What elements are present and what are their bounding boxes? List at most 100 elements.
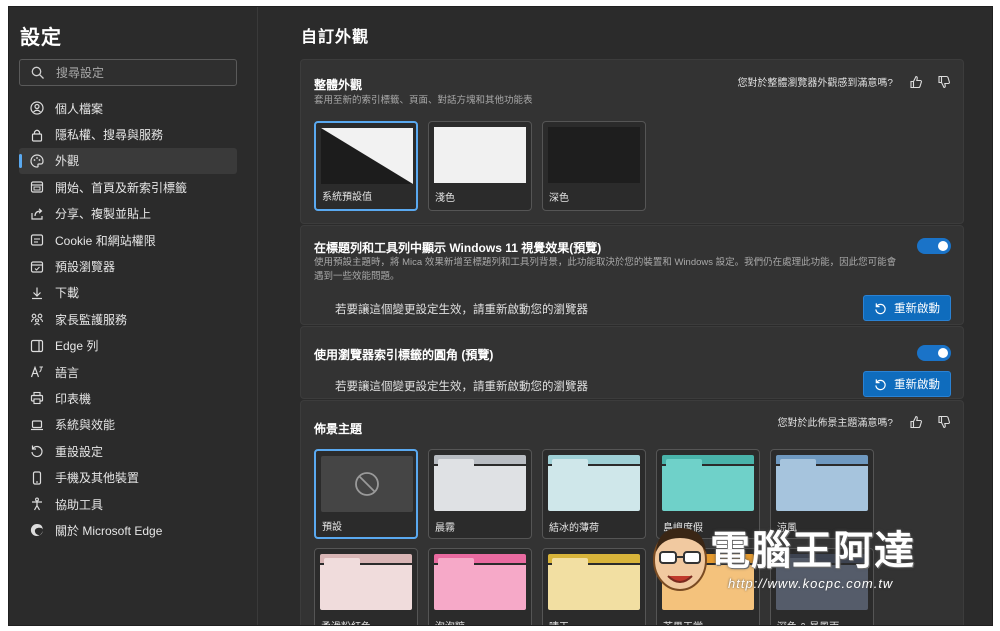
sidebar-item-label: 系統與效能 — [55, 418, 116, 433]
theme-default[interactable]: 預設 — [314, 449, 418, 539]
theme-icy-mint[interactable]: 結冰的薄荷 — [542, 449, 646, 539]
sidebar-item-profile[interactable]: 個人檔案 — [19, 95, 237, 121]
edge-bar-icon — [29, 338, 45, 354]
themes-feedback-question: 您對於此佈景主題滿意嗎? — [777, 418, 893, 429]
sidebar-item-cookies[interactable]: Cookie 和網站權限 — [19, 227, 237, 253]
theme-label: 結冰的薄荷 — [549, 523, 599, 534]
appearance-option-system[interactable]: 系統預設值 — [314, 121, 418, 211]
sidebar-item-start-home[interactable]: 開始、首頁及新索引標籤 — [19, 174, 237, 200]
sidebar-item-default-browser[interactable]: 預設瀏覽器 — [19, 253, 237, 279]
sidebar-item-family[interactable]: 家長監護服務 — [19, 306, 237, 332]
home-tab-icon — [29, 179, 45, 195]
themes-heading: 佈景主題 — [314, 422, 363, 436]
restart-button[interactable]: 重新啟動 — [863, 371, 951, 397]
sidebar-item-phone[interactable]: 手機及其他裝置 — [19, 464, 237, 490]
sidebar-item-label: 協助工具 — [55, 497, 104, 512]
theme-preview — [662, 554, 754, 610]
theme-bubblegum[interactable]: 泡泡糖 — [428, 548, 532, 625]
appearance-option-dark[interactable]: 深色 — [542, 121, 646, 211]
phone-icon — [29, 470, 45, 486]
search-icon — [31, 66, 44, 79]
sidebar-item-about[interactable]: 關於 Microsoft Edge — [19, 517, 237, 543]
appearance-option-light[interactable]: 淺色 — [428, 121, 532, 211]
theme-preview — [548, 455, 640, 511]
theme-island-getaway[interactable]: 島嶼度假 — [656, 449, 760, 539]
theme-preview — [434, 554, 526, 610]
themes-feedback: 您對於此佈景主題滿意嗎? — [777, 414, 951, 429]
theme-preview — [321, 456, 413, 512]
theme-sunny-day[interactable]: 晴天 — [542, 548, 646, 625]
theme-label: 晴天 — [549, 618, 569, 625]
sidebar-item-label: 分享、複製並貼上 — [55, 207, 152, 222]
windows11-effects-card: 在標題列和工具列中顯示 Windows 11 視覺效果(預覽) 使用預設主題時，… — [300, 225, 964, 325]
sidebar-item-system[interactable]: 系統與效能 — [19, 412, 237, 438]
sidebar-item-label: 關於 Microsoft Edge — [55, 523, 163, 538]
sidebar-item-label: Edge 列 — [55, 339, 99, 354]
sidebar-item-label: 預設瀏覽器 — [55, 260, 116, 275]
download-icon — [29, 285, 45, 301]
restart-note: 若要讓這個變更設定生效，請重新啟動您的瀏覽器 — [335, 304, 588, 316]
theme-label: 晨霧 — [435, 523, 455, 534]
theme-dark-stormy[interactable]: 深色 & 暴風雨 — [770, 548, 874, 625]
theme-preview — [776, 455, 868, 511]
rounded-tabs-toggle[interactable] — [917, 345, 951, 361]
theme-silky-pink[interactable]: 柔滑粉紅色 — [314, 548, 418, 625]
sidebar-item-label: Cookie 和網站權限 — [55, 233, 156, 248]
sidebar-item-accessibility[interactable]: 協助工具 — [19, 491, 237, 517]
sidebar-item-languages[interactable]: 語言 — [19, 359, 237, 385]
printer-icon — [29, 390, 45, 406]
sidebar-item-label: 下載 — [55, 286, 80, 301]
overall-feedback-question: 您對於整體瀏覽器外觀感到滿意嗎? — [737, 78, 893, 89]
main-content: 自訂外觀 整體外觀 套用至新的索引標籤、頁面、對話方塊和其他功能表 您對於整體瀏… — [259, 7, 992, 625]
sidebar-item-reset[interactable]: 重設設定 — [19, 438, 237, 464]
page-title: 自訂外觀 — [301, 29, 370, 46]
description-line: 使用預設主題時，將 Mica 效果新增至標題列和工具列背景，此功能取決於您的裝置… — [314, 257, 897, 268]
theme-cool-breeze[interactable]: 涼風 — [770, 449, 874, 539]
theme-label: 泡泡糖 — [435, 618, 465, 625]
sidebar-item-label: 語言 — [55, 365, 80, 380]
thumbs-up-icon[interactable] — [909, 75, 923, 89]
overall-appearance-heading: 整體外觀 — [314, 78, 363, 92]
theme-preview — [548, 554, 640, 610]
sidebar-item-downloads[interactable]: 下載 — [19, 280, 237, 306]
windows11-effects-toggle[interactable] — [917, 238, 951, 254]
restart-icon — [875, 378, 886, 390]
dark-preview — [548, 127, 640, 183]
sidebar-item-label: 開始、首頁及新索引標籤 — [55, 180, 188, 195]
sidebar-item-label: 手機及其他裝置 — [55, 471, 140, 486]
themes-card: 佈景主題 您對於此佈景主題滿意嗎? 預設 晨霧 結冰的薄荷 島嶼度假 涼風 — [300, 400, 964, 625]
sidebar-item-label: 印表機 — [55, 391, 92, 406]
search-box[interactable] — [19, 59, 237, 86]
theme-preview — [776, 554, 868, 610]
thumbs-down-icon[interactable] — [937, 415, 951, 429]
sidebar-item-label: 重設設定 — [55, 444, 104, 459]
appearance-option-label: 系統預設值 — [322, 192, 372, 203]
sidebar-item-printers[interactable]: 印表機 — [19, 385, 237, 411]
sidebar-item-privacy[interactable]: 隱私權、搜尋與服務 — [19, 121, 237, 147]
theme-label: 預設 — [322, 522, 342, 533]
sidebar: 設定 個人檔案 隱私權、搜尋與服務 — [9, 7, 258, 625]
sidebar-title: 設定 — [20, 27, 62, 49]
site-permissions-icon — [29, 232, 45, 248]
thumbs-up-icon[interactable] — [909, 415, 923, 429]
search-input[interactable] — [56, 64, 226, 82]
share-icon — [29, 206, 45, 222]
theme-mango-paradise[interactable]: 芒果天堂 — [656, 548, 760, 625]
sidebar-item-label: 外觀 — [55, 154, 80, 169]
sidebar-item-label: 隱私權、搜尋與服務 — [55, 128, 164, 143]
overall-feedback: 您對於整體瀏覽器外觀感到滿意嗎? — [737, 74, 951, 89]
sidebar-item-share[interactable]: 分享、複製並貼上 — [19, 201, 237, 227]
edge-logo-icon — [29, 522, 45, 538]
theme-morning-fog[interactable]: 晨霧 — [428, 449, 532, 539]
accessibility-icon — [29, 496, 45, 512]
laptop-icon — [29, 417, 45, 433]
profile-icon — [29, 100, 45, 116]
sidebar-item-appearance[interactable]: 外觀 — [19, 147, 237, 175]
overall-appearance-description: 套用至新的索引標籤、頁面、對話方塊和其他功能表 — [314, 95, 533, 106]
theme-label: 島嶼度假 — [663, 523, 703, 534]
thumbs-down-icon[interactable] — [937, 75, 951, 89]
palette-icon — [29, 153, 45, 169]
sidebar-item-edge-bar[interactable]: Edge 列 — [19, 333, 237, 359]
language-icon — [29, 364, 45, 380]
restart-button[interactable]: 重新啟動 — [863, 295, 951, 321]
